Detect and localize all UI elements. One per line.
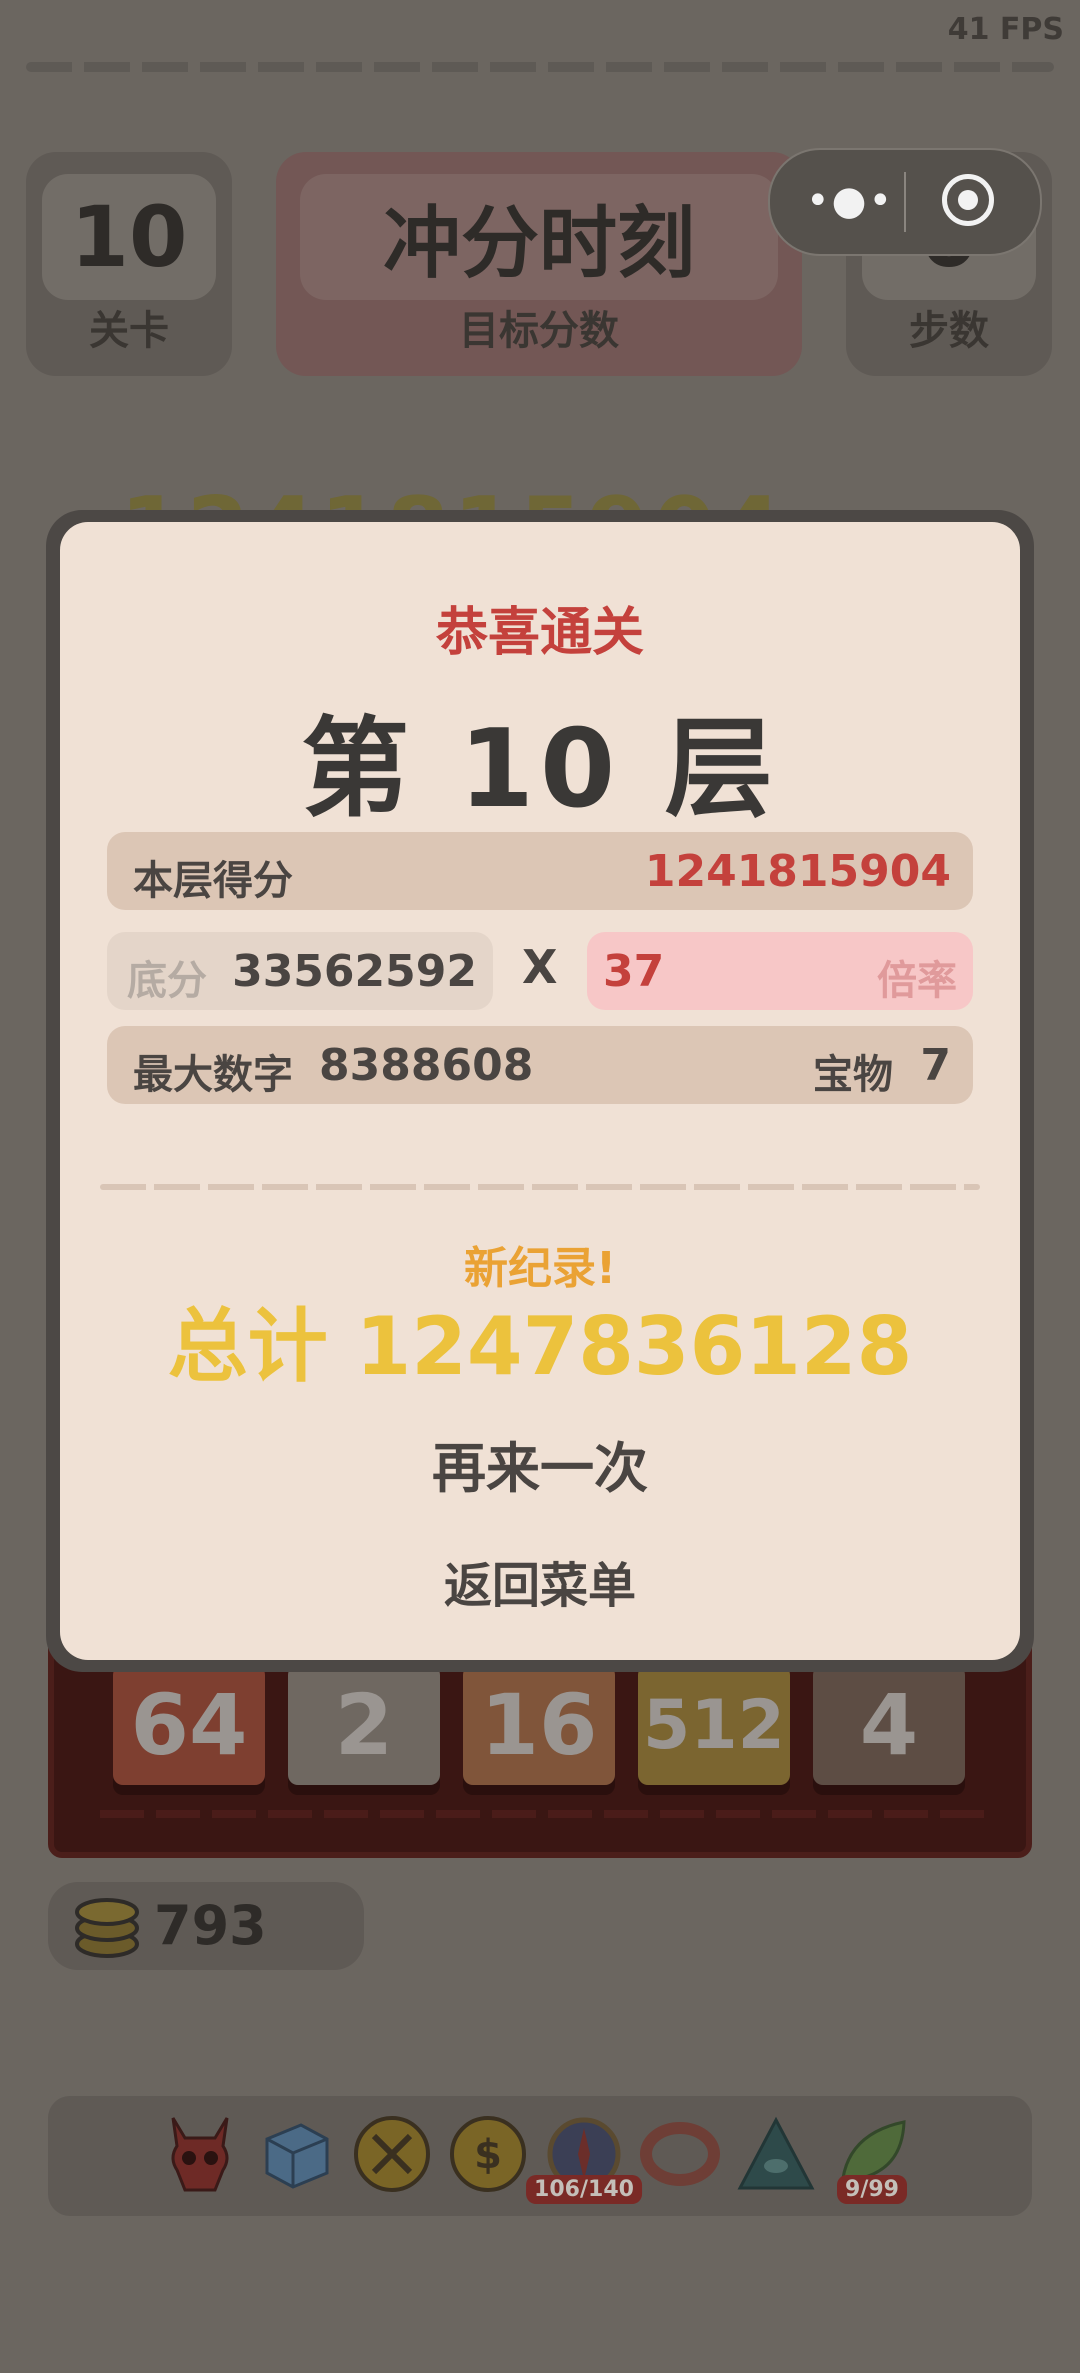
- compass-icon[interactable]: 106/140: [526, 2112, 642, 2204]
- board-tile: 16: [463, 1665, 615, 1785]
- miniprogram-capsule: •●•: [768, 148, 1042, 256]
- base-score-value: 33562592: [232, 946, 477, 997]
- svg-text:$: $: [474, 2132, 502, 2178]
- multiplier-value: 37: [603, 946, 665, 997]
- treasure-value: 7: [920, 1040, 951, 1091]
- board-dashes: [100, 1810, 990, 1818]
- floor-title: 第 10 层: [301, 707, 779, 832]
- total-score: 总计 1247836128: [167, 1300, 913, 1393]
- floor-score-label: 本层得分: [133, 858, 293, 904]
- dollar-coin-icon[interactable]: $: [446, 2112, 530, 2196]
- top-progress-dashes: [26, 62, 1054, 72]
- treasure-label: 宝物: [813, 1052, 893, 1098]
- target-score-label: 目标分数: [459, 308, 619, 354]
- capsule-divider: [904, 172, 906, 232]
- max-number-row: 最大数字 8388608 宝物 7: [107, 1026, 973, 1104]
- demon-skull-icon[interactable]: [158, 2112, 242, 2196]
- level-complete-modal: 恭喜通关 第 10 层 本层得分 1241815904 底分 33562592 …: [60, 522, 1020, 1660]
- max-number-value: 8388608: [319, 1040, 534, 1091]
- board-tile: 64: [113, 1665, 265, 1785]
- play-again-button[interactable]: 再来一次: [340, 1418, 740, 1508]
- floor-score-row: 本层得分 1241815904: [107, 832, 973, 910]
- modal-divider: [100, 1184, 980, 1190]
- fps-counter: 41 FPS: [947, 12, 1064, 47]
- board-tile: 512: [638, 1665, 790, 1785]
- eye-pyramid-icon[interactable]: [734, 2112, 818, 2196]
- coin-counter: 793: [48, 1882, 364, 1970]
- board-tile: 2: [288, 1665, 440, 1785]
- target-score-value: 冲分时刻: [300, 174, 778, 300]
- multiplier-row: 37 倍率: [587, 932, 973, 1010]
- ice-cube-icon[interactable]: [254, 2112, 338, 2196]
- more-dots-icon[interactable]: •●•: [806, 181, 894, 221]
- compass-count-badge: 106/140: [526, 2175, 642, 2204]
- leaf-count-badge: 9/99: [837, 2175, 907, 2204]
- level-label: 关卡: [89, 308, 169, 354]
- ring-icon[interactable]: [638, 2112, 722, 2196]
- target-score-box: 冲分时刻 目标分数: [276, 152, 802, 376]
- multiplier-label: 倍率: [877, 958, 957, 1004]
- base-score-row: 底分 33562592: [107, 932, 493, 1010]
- crossed-swords-coin-icon[interactable]: [350, 2112, 434, 2196]
- board-tile: 4: [813, 1665, 965, 1785]
- level-value: 10: [42, 174, 216, 300]
- max-number-label: 最大数字: [133, 1052, 293, 1098]
- target-circle-icon[interactable]: [942, 174, 994, 226]
- congrats-title: 恭喜通关: [435, 603, 644, 663]
- coin-amount: 793: [154, 1894, 267, 1957]
- steps-label: 步数: [909, 308, 989, 354]
- inventory-bar: $ 106/140 9/99: [48, 2096, 1032, 2216]
- floor-score-value: 1241815904: [644, 846, 951, 897]
- coin-stack-icon: [75, 1898, 139, 1958]
- leaf-icon[interactable]: 9/99: [830, 2112, 914, 2204]
- back-to-menu-button[interactable]: 返回菜单: [340, 1536, 740, 1626]
- level-box: 10 关卡: [26, 152, 232, 376]
- base-score-label: 底分: [127, 958, 207, 1004]
- multiply-sign: X: [522, 940, 558, 994]
